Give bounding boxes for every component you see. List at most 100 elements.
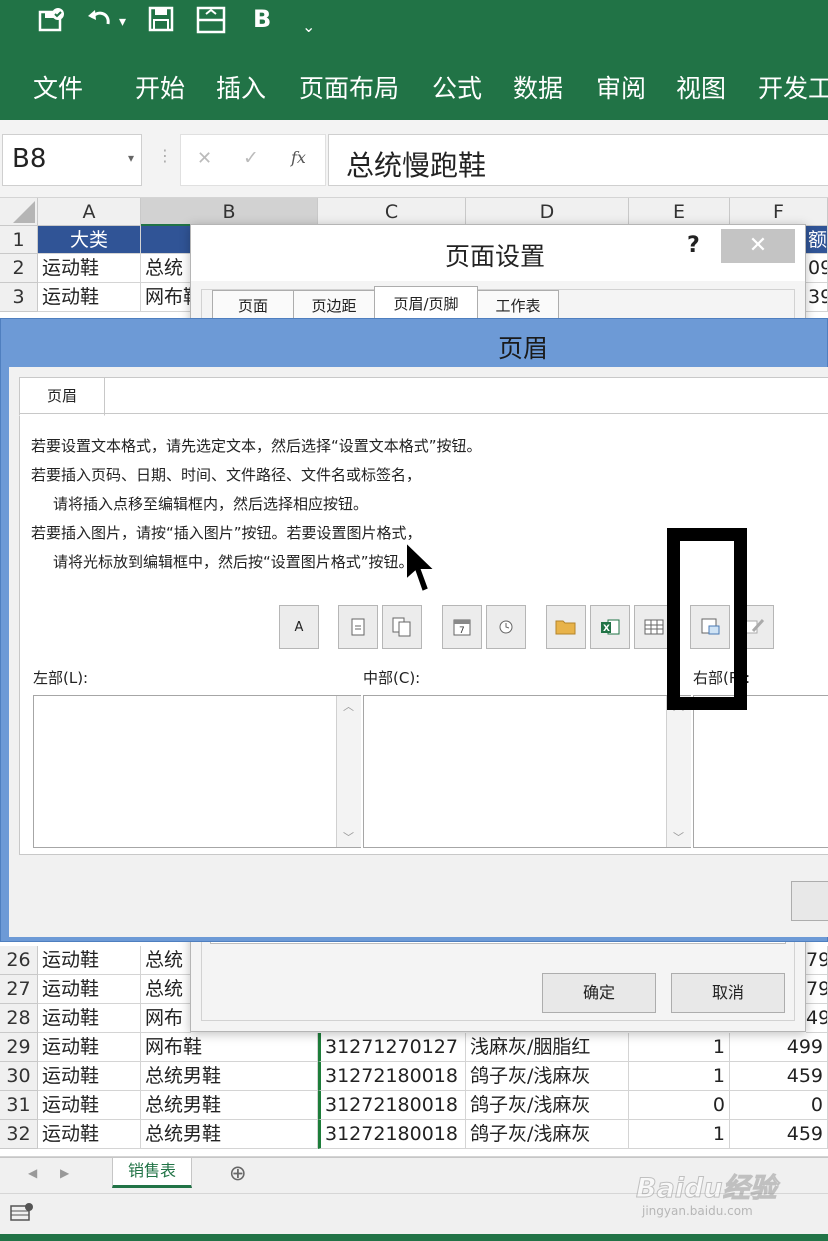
- row-header[interactable]: 27: [0, 975, 38, 1004]
- format-text-button[interactable]: A: [279, 605, 319, 649]
- column-header-f[interactable]: F: [730, 198, 828, 226]
- column-header-c[interactable]: C: [318, 198, 466, 226]
- insert-page-number-button[interactable]: [338, 605, 378, 649]
- help-button[interactable]: ?: [687, 233, 700, 258]
- insert-page-count-button[interactable]: [382, 605, 422, 649]
- cell-e[interactable]: 1: [629, 1062, 730, 1091]
- tab-header[interactable]: 页眉: [19, 377, 105, 416]
- cell-a[interactable]: 运动鞋: [38, 1033, 141, 1062]
- tab-header-footer[interactable]: 页眉/页脚: [374, 286, 478, 321]
- cancel-button[interactable]: 取消: [671, 973, 785, 1013]
- cell-a[interactable]: 运动鞋: [38, 946, 141, 975]
- insert-time-button[interactable]: [486, 605, 526, 649]
- cell-b[interactable]: 网布鞋: [141, 1033, 318, 1062]
- scroll-up-icon[interactable]: ︿: [343, 698, 354, 714]
- cell-a[interactable]: 运动鞋: [38, 283, 141, 312]
- cell-f[interactable]: 459: [730, 1120, 828, 1149]
- right-section-editor[interactable]: [693, 695, 828, 848]
- cell-b[interactable]: 总统: [141, 946, 191, 975]
- cell-d[interactable]: 浅麻灰/胭脂红: [466, 1033, 629, 1062]
- column-header-e[interactable]: E: [629, 198, 730, 226]
- column-header-b[interactable]: B: [141, 198, 318, 226]
- cell-d[interactable]: 鸽子灰/浅麻灰: [466, 1120, 629, 1149]
- tab-sheet[interactable]: 工作表: [477, 290, 559, 321]
- tab-developer[interactable]: 开发工: [758, 73, 828, 105]
- cell-f[interactable]: 79: [806, 946, 828, 975]
- confirm-entry-button[interactable]: ✓: [243, 147, 259, 169]
- header-cell-amount[interactable]: 额: [806, 226, 828, 254]
- ok-button[interactable]: 确定: [542, 973, 656, 1013]
- cell-c[interactable]: 31271270127: [318, 1033, 466, 1062]
- insert-function-button[interactable]: fx: [291, 148, 306, 167]
- cell-d[interactable]: 鸽子灰/浅麻灰: [466, 1091, 629, 1120]
- scroll-left-icon[interactable]: ◀: [28, 1166, 37, 1180]
- save-cloud-icon[interactable]: [36, 6, 66, 39]
- undo-dropdown-icon[interactable]: ▾: [119, 9, 126, 35]
- cell-b[interactable]: 网布: [141, 1004, 191, 1033]
- undo-icon[interactable]: [86, 6, 114, 39]
- tab-review[interactable]: 审阅: [596, 73, 646, 105]
- cell-f[interactable]: 49: [806, 1004, 828, 1033]
- tab-page[interactable]: 页面: [212, 290, 294, 321]
- name-box[interactable]: B8 ▾: [2, 134, 142, 186]
- tab-home[interactable]: 开始: [135, 73, 185, 105]
- cell-a[interactable]: 运动鞋: [38, 975, 141, 1004]
- cell-b[interactable]: 总统男鞋: [141, 1062, 318, 1091]
- scroll-right-icon[interactable]: ▶: [60, 1166, 69, 1180]
- insert-date-button[interactable]: 7: [442, 605, 482, 649]
- cell-e[interactable]: 0: [629, 1091, 730, 1120]
- row-header[interactable]: 2: [0, 254, 38, 283]
- row-header[interactable]: 30: [0, 1062, 38, 1091]
- insert-file-name-button[interactable]: X: [590, 605, 630, 649]
- left-section-editor[interactable]: ︿ ﹀: [33, 695, 361, 848]
- cell-f[interactable]: 0: [730, 1091, 828, 1120]
- row-header[interactable]: 26: [0, 946, 38, 975]
- cell-b[interactable]: 总统: [141, 975, 191, 1004]
- row-header[interactable]: 29: [0, 1033, 38, 1062]
- cell-f[interactable]: 39: [806, 283, 828, 312]
- scroll-down-icon[interactable]: ﹀: [673, 829, 684, 845]
- cell-a[interactable]: 运动鞋: [38, 254, 141, 283]
- cell-a[interactable]: 运动鞋: [38, 1091, 141, 1120]
- insert-file-path-button[interactable]: [546, 605, 586, 649]
- cell-c[interactable]: 31272180018: [318, 1091, 466, 1120]
- cell-e[interactable]: 1: [629, 1033, 730, 1062]
- cell-b[interactable]: 总统男鞋: [141, 1091, 318, 1120]
- cell-f[interactable]: 79: [806, 975, 828, 1004]
- select-all-corner[interactable]: [0, 198, 38, 226]
- row-header[interactable]: 1: [0, 226, 38, 254]
- page-break-icon[interactable]: [196, 6, 226, 39]
- cell-b[interactable]: 总统男鞋: [141, 1120, 318, 1149]
- scroll-down-icon[interactable]: ﹀: [343, 829, 354, 845]
- row-header[interactable]: 3: [0, 283, 38, 312]
- tab-margins[interactable]: 页边距: [293, 290, 375, 321]
- cell-f[interactable]: 09: [806, 254, 828, 283]
- close-button[interactable]: ✕: [721, 229, 795, 263]
- add-sheet-button[interactable]: ⊕: [229, 1161, 247, 1185]
- tab-page-layout[interactable]: 页面布局: [299, 73, 399, 105]
- cell-a[interactable]: 运动鞋: [38, 1062, 141, 1091]
- cell-c[interactable]: 31272180018: [318, 1120, 466, 1149]
- row-header[interactable]: 32: [0, 1120, 38, 1149]
- center-editor-scrollbar[interactable]: ︿ ﹀: [666, 696, 691, 847]
- center-section-editor[interactable]: ︿ ﹀: [363, 695, 691, 848]
- customize-qat-icon[interactable]: ⌄: [302, 14, 315, 40]
- cell-d[interactable]: 鸽子灰/浅麻灰: [466, 1062, 629, 1091]
- tab-file[interactable]: 文件: [33, 73, 83, 105]
- cell-e[interactable]: 1: [629, 1120, 730, 1149]
- row-header[interactable]: 28: [0, 1004, 38, 1033]
- tab-data[interactable]: 数据: [513, 73, 563, 105]
- macro-record-icon[interactable]: [10, 1202, 34, 1228]
- column-header-d[interactable]: D: [466, 198, 629, 226]
- cell-a[interactable]: 运动鞋: [38, 1120, 141, 1149]
- cancel-entry-button[interactable]: ✕: [197, 148, 212, 169]
- cell-f[interactable]: 499: [730, 1033, 828, 1062]
- name-box-dropdown-icon[interactable]: ▾: [128, 151, 134, 165]
- header-ok-button[interactable]: [791, 881, 828, 921]
- left-editor-scrollbar[interactable]: ︿ ﹀: [336, 696, 361, 847]
- tab-view[interactable]: 视图: [676, 73, 726, 105]
- cell-c[interactable]: 31272180018: [318, 1062, 466, 1091]
- bold-button[interactable]: B: [253, 6, 271, 32]
- header-cell-category[interactable]: 大类: [38, 226, 141, 254]
- cell-f[interactable]: 459: [730, 1062, 828, 1091]
